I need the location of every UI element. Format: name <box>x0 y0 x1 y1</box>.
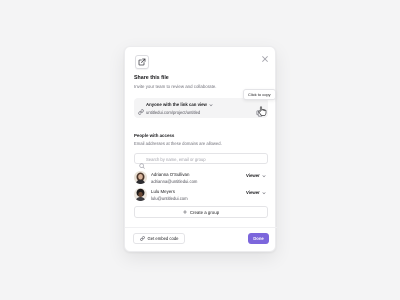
person-row: Lulu Meyers lulu@untitledui.com Viewer <box>134 188 268 203</box>
chevron-down-icon <box>262 191 266 194</box>
done-button[interactable]: Done <box>248 233 269 244</box>
person-email: lulu@untitledui.com <box>151 196 188 201</box>
role-label: Viewer <box>246 173 260 178</box>
avatar <box>134 171 147 184</box>
share-dialog: Share this file Invite your team to revi… <box>124 46 277 252</box>
avatar <box>134 188 147 201</box>
share-link-box: Anyone with the link can view untitledui… <box>134 98 268 118</box>
dialog-title: Share this file <box>134 75 169 81</box>
chevron-down-icon <box>209 103 213 106</box>
footer-divider <box>125 227 277 228</box>
person-email: adrianna@untitledui.com <box>151 179 198 184</box>
get-embed-code-button[interactable]: Get embed code <box>133 233 185 244</box>
search-input[interactable] <box>146 155 264 163</box>
hand-cursor-icon <box>258 103 267 121</box>
person-row: Adrianna O'Sullivan adrianna@untitledui.… <box>134 171 268 186</box>
share-icon <box>135 55 149 69</box>
copy-tooltip: Click to copy <box>243 89 276 100</box>
link-permission-dropdown[interactable]: Anyone with the link can view <box>146 102 213 107</box>
role-dropdown[interactable]: Viewer <box>246 173 266 178</box>
search-field <box>134 153 268 169</box>
link-permission-label: Anyone with the link can view <box>146 102 207 107</box>
person-name: Adrianna O'Sullivan <box>151 172 190 177</box>
plus-icon <box>182 210 187 214</box>
share-link-url: untitledui.com/project/untitled <box>146 110 201 115</box>
people-with-access-title: People with access <box>134 133 175 138</box>
dialog-subtitle: Invite your team to review and collabora… <box>134 84 217 89</box>
embed-label: Get embed code <box>147 236 179 241</box>
person-name: Lulu Meyers <box>151 189 175 194</box>
create-group-label: Create a group <box>189 209 220 215</box>
chevron-down-icon <box>262 174 266 177</box>
link-icon <box>139 236 145 241</box>
link-icon <box>138 102 144 120</box>
role-label: Viewer <box>246 190 260 195</box>
create-group-button[interactable]: Create a group <box>134 206 268 218</box>
people-with-access-subtitle: Email addresses at these domains are all… <box>134 141 222 146</box>
close-icon[interactable] <box>261 55 269 63</box>
role-dropdown[interactable]: Viewer <box>246 190 266 195</box>
